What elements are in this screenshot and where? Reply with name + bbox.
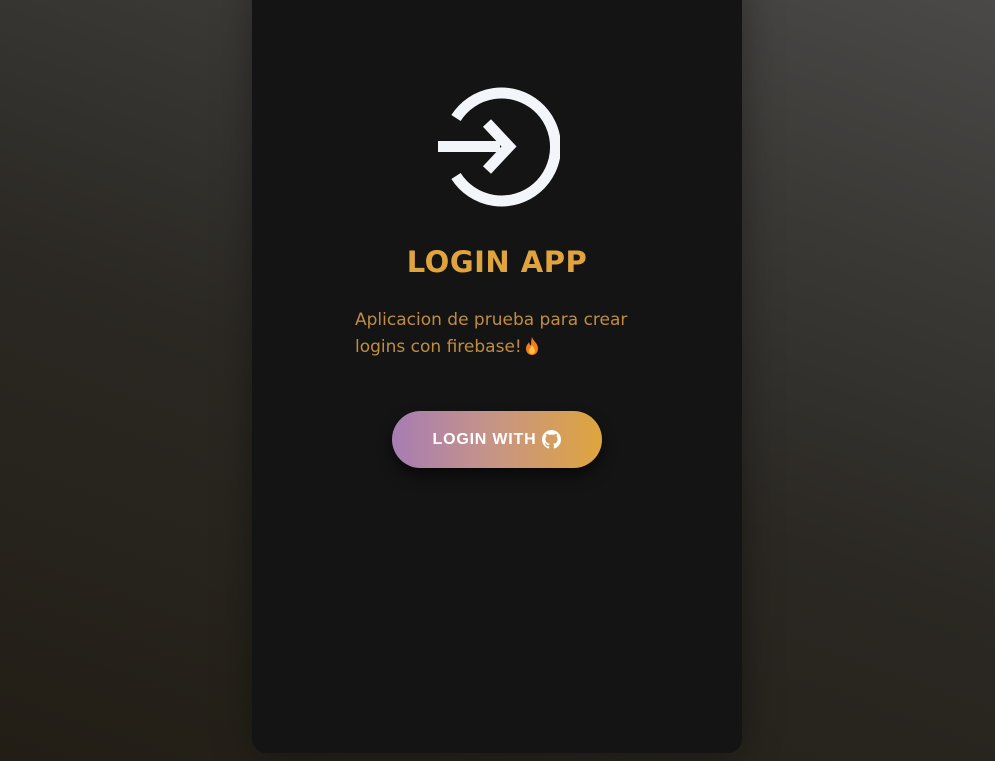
login-button-label: LOGIN WITH [432, 430, 537, 448]
page-title: LOGIN APP [406, 245, 588, 279]
login-card: LOGIN APP Aplicacion de prueba para crea… [252, 0, 742, 753]
fire-icon [525, 337, 539, 355]
login-enter-icon [436, 85, 562, 209]
github-icon [542, 430, 562, 449]
description-text: Aplicacion de prueba para crear logins c… [355, 310, 628, 357]
app-description: Aplicacion de prueba para crear logins c… [355, 307, 655, 361]
login-with-github-button[interactable]: LOGIN WITH [392, 411, 602, 468]
